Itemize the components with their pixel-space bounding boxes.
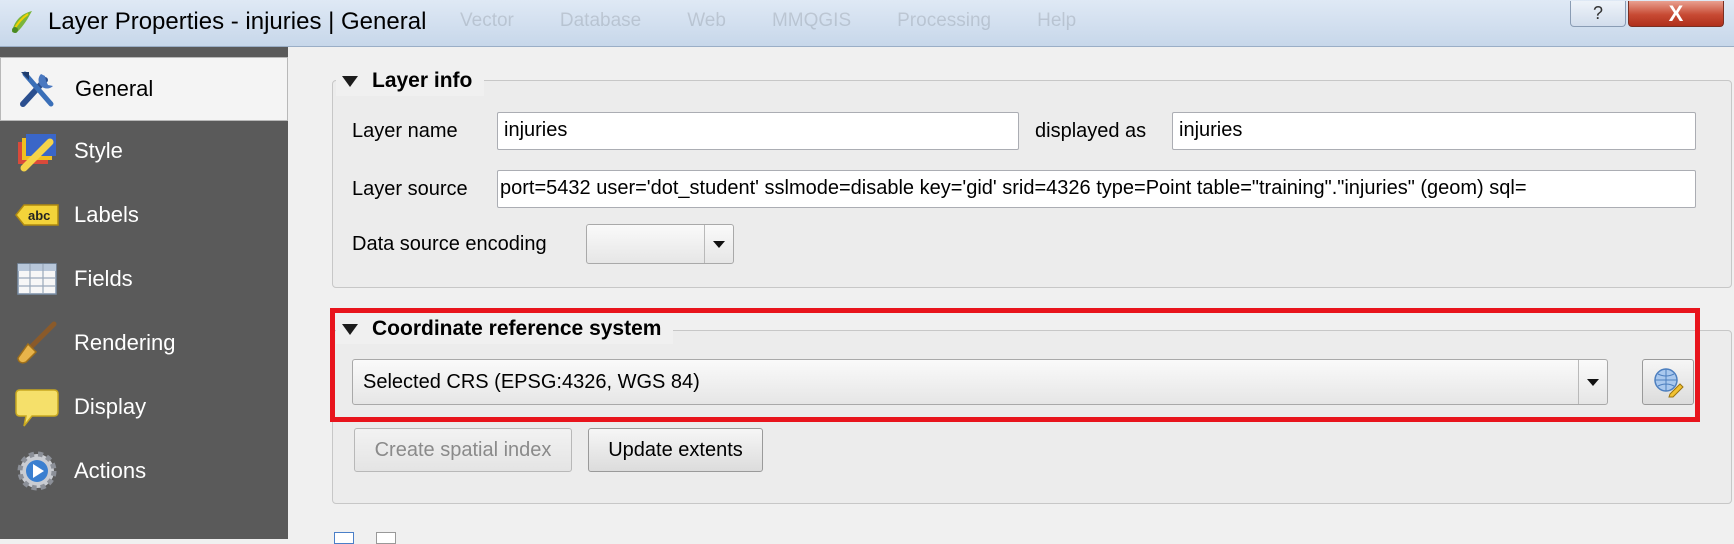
chevron-down-icon[interactable]: [704, 225, 733, 263]
help-button[interactable]: ?: [1570, 1, 1626, 27]
window-titlebar[interactable]: Layer Properties - injuries | General Ve…: [0, 0, 1734, 47]
displayed-as-input[interactable]: injuries: [1172, 112, 1696, 150]
chevron-down-icon[interactable]: [1578, 360, 1607, 404]
sidebar-item-label: Fields: [74, 266, 133, 291]
svg-text:abc: abc: [28, 208, 50, 223]
update-extents-button[interactable]: Update extents: [588, 428, 763, 472]
layer-name-input[interactable]: injuries: [497, 112, 1019, 150]
sidebar-item-label: General: [75, 76, 154, 101]
crs-header[interactable]: Coordinate reference system: [336, 314, 674, 344]
bottom-toggle[interactable]: [376, 532, 396, 544]
sidebar-item-style[interactable]: Style: [0, 119, 288, 183]
layer-source-label: Layer source: [352, 178, 468, 200]
paintbrush-icon: [14, 320, 60, 366]
bg-menu-item: MMQGIS: [771, 10, 852, 31]
bg-menu-item: Database: [559, 10, 642, 31]
crs-group: [332, 330, 1732, 504]
qgis-logo-icon: [12, 11, 32, 33]
crs-selected-value: Selected CRS (EPSG:4326, WGS 84): [363, 371, 700, 393]
crs-selector[interactable]: Selected CRS (EPSG:4326, WGS 84): [352, 359, 1608, 405]
help-label: ?: [1592, 3, 1603, 23]
sidebar-item-label: Display: [74, 394, 147, 419]
abc-labels-icon: abc: [14, 192, 60, 238]
sidebar-item-label: Style: [74, 138, 123, 163]
layer-info-title: Layer info: [372, 69, 473, 92]
crs-title: Coordinate reference system: [372, 317, 662, 340]
sidebar-item-rendering[interactable]: Rendering: [0, 311, 288, 375]
layer-name-label: Layer name: [352, 120, 458, 142]
bg-menu-item: Vector: [460, 10, 514, 31]
encoding-combobox[interactable]: [586, 224, 734, 264]
speech-bubble-icon: [14, 384, 60, 430]
tools-icon: [15, 66, 61, 112]
layer-source-input[interactable]: port=5432 user='dot_student' sslmode=dis…: [497, 170, 1696, 208]
bg-menu-item: Web: [687, 10, 726, 31]
sidebar-item-fields[interactable]: Fields: [0, 247, 288, 311]
sidebar-item-actions[interactable]: Actions: [0, 439, 288, 503]
sidebar-item-labels[interactable]: abc Labels: [0, 183, 288, 247]
bg-menu-item: Processing: [897, 10, 992, 31]
sidebar-item-label: Actions: [74, 458, 147, 483]
displayed-as-label: displayed as: [1035, 120, 1147, 142]
sidebar-item-label: Rendering: [74, 330, 176, 355]
sidebar-item-label: Labels: [74, 202, 139, 227]
table-fields-icon: [14, 256, 60, 302]
close-icon: X: [1668, 0, 1684, 26]
bg-menu-item: Help: [1037, 10, 1077, 31]
sidebar-item-display[interactable]: Display: [0, 375, 288, 439]
collapse-triangle-icon: [342, 323, 358, 335]
bottom-toggle[interactable]: [334, 532, 354, 544]
layer-info-header[interactable]: Layer info: [336, 66, 485, 96]
style-brush-icon: [14, 128, 60, 174]
close-button[interactable]: X: [1628, 1, 1724, 27]
globe-crs-icon: [1654, 368, 1684, 398]
gear-play-icon: [14, 448, 60, 494]
collapse-triangle-icon: [342, 75, 358, 87]
select-crs-button[interactable]: [1642, 359, 1694, 405]
window-title: Layer Properties - injuries | General: [48, 8, 427, 35]
sidebar-item-general[interactable]: General: [0, 57, 288, 121]
background-menubar: Vector Database Web MMQGIS Processing He…: [460, 10, 1076, 32]
encoding-label: Data source encoding: [352, 233, 547, 255]
create-spatial-index-button[interactable]: Create spatial index: [354, 428, 572, 472]
sidebar: General Style abc Labels Fields Renderin…: [0, 47, 288, 539]
